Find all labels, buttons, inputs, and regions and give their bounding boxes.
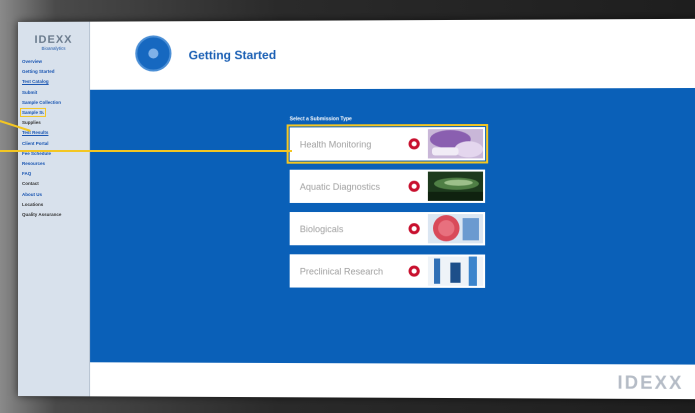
app-screen: IDEXX Bioanalytics Overview Getting Star… bbox=[18, 19, 695, 399]
sidebar-item-client-portal[interactable]: Client Portal bbox=[22, 141, 85, 146]
biologicals-image bbox=[428, 214, 483, 243]
sidebar-item-sample-collection[interactable]: Sample Collection bbox=[22, 100, 85, 105]
sidebar-nav: Overview Getting Started Test Catalog Su… bbox=[22, 59, 85, 218]
preclinical-research-image bbox=[428, 256, 483, 285]
option-label: Health Monitoring bbox=[290, 139, 404, 149]
main-panel: Select a Submission Type Health Monitori… bbox=[90, 88, 695, 365]
sidebar-item-fee-schedule[interactable]: Fee Schedule bbox=[22, 151, 85, 156]
option-aquatic-diagnostics[interactable]: Aquatic Diagnostics bbox=[290, 170, 485, 203]
callout-line-horizontal bbox=[0, 150, 292, 152]
idexx-logo: IDEXX bbox=[617, 372, 683, 394]
option-label: Aquatic Diagnostics bbox=[290, 181, 404, 191]
sidebar-item-resources[interactable]: Resources bbox=[22, 161, 85, 166]
option-label: Biologicals bbox=[290, 224, 404, 234]
sidebar-item-contact[interactable]: Contact bbox=[22, 181, 85, 186]
sidebar-logo[interactable]: IDEXX bbox=[22, 34, 85, 46]
option-label: Preclinical Research bbox=[290, 266, 404, 276]
getting-started-icon bbox=[135, 35, 171, 71]
sidebar-item-overview[interactable]: Overview bbox=[22, 59, 85, 64]
submission-type-prompt: Select a Submission Type bbox=[290, 116, 352, 122]
submission-type-list: Health Monitoring Aquatic Diagnostics Bi… bbox=[290, 127, 485, 297]
sidebar-subtitle: Bioanalytics bbox=[22, 46, 85, 51]
option-preclinical-research[interactable]: Preclinical Research bbox=[290, 254, 485, 288]
sidebar-item-test-catalog[interactable]: Test Catalog bbox=[22, 79, 85, 84]
sidebar-item-faq[interactable]: FAQ bbox=[22, 171, 85, 176]
sidebar-item-quality-assurance[interactable]: Quality Assurance bbox=[22, 212, 85, 217]
aquatic-diagnostics-image bbox=[428, 172, 483, 201]
arrow-right-icon bbox=[409, 138, 420, 149]
arrow-right-icon bbox=[409, 266, 420, 277]
health-monitoring-image bbox=[428, 129, 483, 158]
page-footer: IDEXX bbox=[90, 362, 695, 399]
sidebar-item-supplies[interactable]: Supplies bbox=[22, 120, 85, 125]
page-header: Getting Started bbox=[90, 19, 695, 90]
sidebar-item-submit[interactable]: Submit bbox=[22, 89, 85, 94]
option-health-monitoring[interactable]: Health Monitoring bbox=[290, 127, 485, 161]
sidebar-item-sample-submission[interactable]: Sample Submission bbox=[22, 110, 44, 115]
sidebar-item-locations[interactable]: Locations bbox=[22, 202, 85, 207]
sidebar-item-getting-started[interactable]: Getting Started bbox=[22, 69, 85, 74]
sidebar: IDEXX Bioanalytics Overview Getting Star… bbox=[18, 22, 90, 397]
sidebar-item-test-results[interactable]: Test Results bbox=[22, 130, 85, 135]
option-biologicals[interactable]: Biologicals bbox=[290, 212, 485, 245]
arrow-right-icon bbox=[409, 223, 420, 234]
page-title: Getting Started bbox=[189, 48, 277, 62]
arrow-right-icon bbox=[409, 181, 420, 192]
sidebar-item-about-us[interactable]: About Us bbox=[22, 192, 85, 197]
